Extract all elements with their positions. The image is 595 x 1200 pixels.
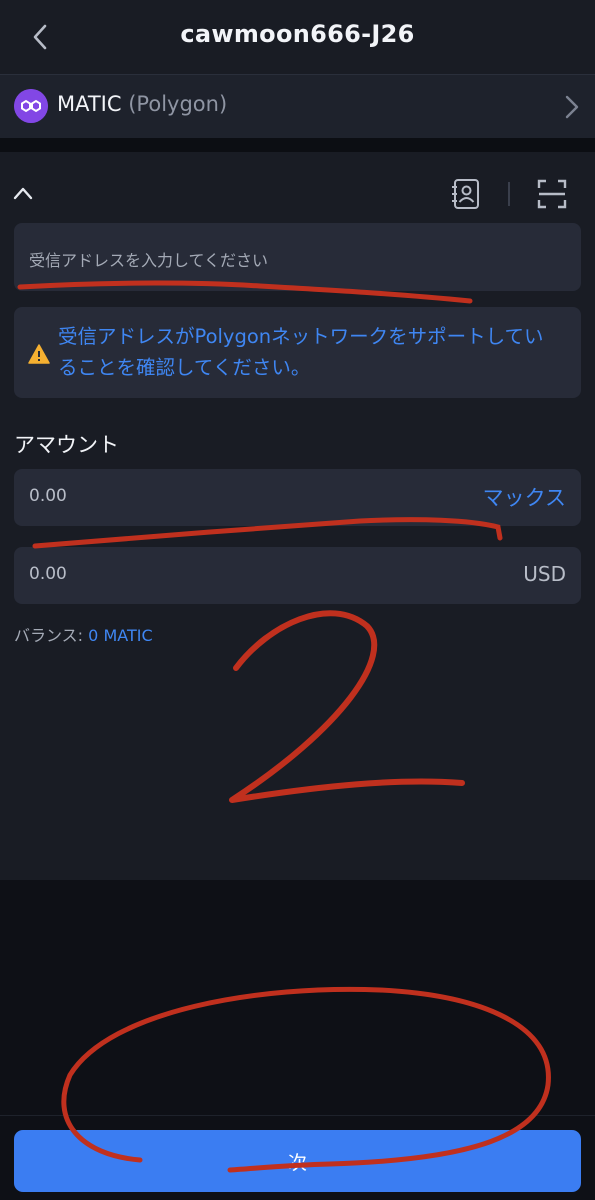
section-divider	[0, 138, 595, 152]
network-selector[interactable]: MATIC (Polygon)	[0, 74, 595, 138]
chevron-up-icon[interactable]	[12, 182, 38, 204]
fiat-currency: USD	[523, 562, 566, 586]
network-name: (Polygon)	[128, 92, 228, 116]
recipient-address-input[interactable]: 受信アドレスを入力してください	[14, 223, 581, 291]
balance-label: バランス:	[14, 626, 84, 645]
warning-text: 受信アドレスがPolygonネットワークをサポートしていることを確認してください…	[58, 325, 544, 379]
balance-value: 0 MATIC	[88, 626, 153, 645]
balance-row: バランス: 0 MATIC	[14, 622, 153, 646]
coin-symbol: MATIC	[57, 92, 122, 116]
warning-triangle-icon	[28, 344, 50, 364]
chevron-right-icon	[565, 95, 579, 119]
next-button[interactable]: 次	[14, 1130, 581, 1192]
network-warning: 受信アドレスがPolygonネットワークをサポートしていることを確認してください…	[14, 307, 581, 398]
fiat-amount-input[interactable]: 0.00 USD	[14, 547, 581, 604]
toolbar-separator	[508, 182, 510, 206]
polygon-logo-icon	[14, 89, 48, 123]
amount-input[interactable]: 0.00 マックス	[14, 469, 581, 526]
top-bar: cawmoon666-J26	[0, 0, 595, 74]
send-form: 受信アドレスを入力してください 受信アドレスがPolygonネットワークをサポー…	[0, 152, 595, 880]
fiat-value: 0.00	[29, 564, 67, 584]
footer-divider	[0, 1115, 595, 1116]
scan-icon[interactable]	[537, 179, 567, 209]
amount-label: アマウント	[14, 433, 119, 457]
address-book-icon[interactable]	[449, 177, 483, 211]
coin-label: MATIC (Polygon)	[57, 92, 227, 116]
page-title: cawmoon666-J26	[180, 20, 415, 48]
max-button[interactable]: マックス	[483, 482, 566, 512]
address-placeholder: 受信アドレスを入力してください	[29, 251, 269, 270]
amount-value: 0.00	[29, 486, 67, 506]
